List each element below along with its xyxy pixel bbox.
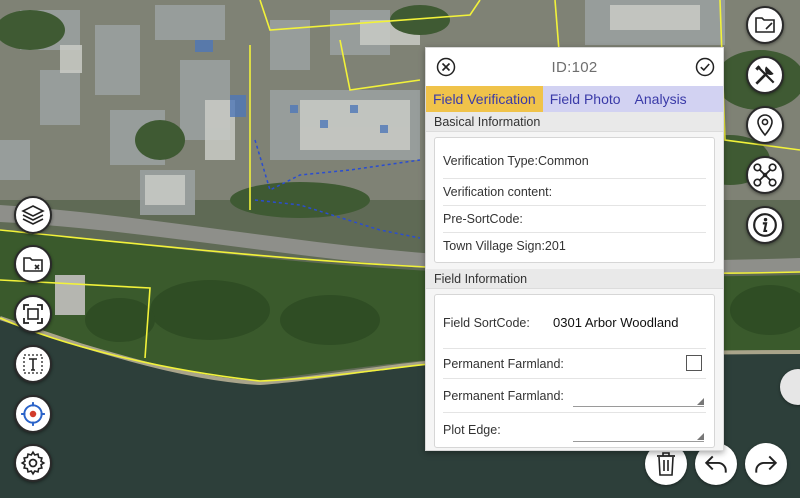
- permanent-farmland-check-label: Permanent Farmland:: [443, 357, 564, 371]
- info-icon: [753, 213, 777, 237]
- pre-sortcode-row: Pre-SortCode:: [443, 206, 706, 233]
- permanent-farmland-select-label: Permanent Farmland:: [443, 389, 564, 403]
- tab-field-verification[interactable]: Field Verification: [426, 86, 543, 112]
- panel-header: ID:102: [426, 48, 723, 86]
- verification-content-row: Verification content:: [443, 179, 706, 206]
- gear-icon: [20, 450, 46, 476]
- location-button[interactable]: [746, 106, 784, 144]
- folder-close-button[interactable]: [14, 245, 52, 283]
- basic-info-heading: Basical Information: [426, 112, 723, 132]
- field-info-card: Field SortCode: 0301 Arbor Woodland Perm…: [434, 294, 715, 448]
- basic-info-card: Verification Type:Common Verification co…: [434, 137, 715, 263]
- text-tool-button[interactable]: [14, 345, 52, 383]
- field-sortcode-value[interactable]: 0301 Arbor Woodland: [553, 297, 679, 349]
- field-info-heading: Field Information: [426, 269, 723, 289]
- folder-icon: [755, 17, 775, 33]
- plot-edge-row: Plot Edge:: [443, 413, 706, 447]
- tab-field-photo[interactable]: Field Photo: [543, 86, 628, 112]
- folder-button[interactable]: [746, 6, 784, 44]
- layers-button[interactable]: [14, 196, 52, 234]
- target-icon: [21, 402, 45, 426]
- plot-edge-dropdown[interactable]: [573, 430, 704, 442]
- attribute-panel: ID:102 Field Verification Field Photo An…: [425, 47, 724, 451]
- tab-analysis[interactable]: Analysis: [628, 86, 694, 112]
- fullscreen-button[interactable]: [14, 295, 52, 333]
- tools-icon: [755, 65, 775, 85]
- plot-edge-label: Plot Edge:: [443, 423, 501, 437]
- folder-close-icon: [23, 257, 43, 272]
- drone-button[interactable]: [746, 156, 784, 194]
- permanent-farmland-check-row: Permanent Farmland:: [443, 349, 706, 379]
- confirm-check-icon[interactable]: [695, 57, 715, 77]
- location-pin-icon: [757, 114, 773, 137]
- layers-icon: [21, 205, 45, 225]
- panel-title: ID:102: [551, 58, 598, 76]
- permanent-farmland-dropdown[interactable]: [573, 395, 704, 407]
- close-icon[interactable]: [436, 57, 456, 77]
- trash-icon: [657, 452, 675, 476]
- text-tool-icon: [23, 354, 43, 374]
- town-village-sign-row: Town Village Sign:201: [443, 239, 566, 253]
- field-sortcode-label: Field SortCode:: [443, 316, 530, 330]
- redo-icon: [755, 455, 778, 473]
- field-sortcode-row[interactable]: Field SortCode: 0301 Arbor Woodland: [443, 297, 706, 349]
- undo-icon: [704, 455, 727, 473]
- drone-icon: [753, 163, 777, 187]
- redo-button[interactable]: [745, 443, 787, 485]
- permanent-farmland-select-row: Permanent Farmland:: [443, 379, 706, 413]
- verification-type-row: Verification Type:Common: [443, 143, 706, 179]
- fullscreen-icon: [23, 304, 43, 324]
- panel-tabs: Field Verification Field Photo Analysis: [426, 86, 723, 112]
- tools-button[interactable]: [746, 56, 784, 94]
- settings-button[interactable]: [14, 444, 52, 482]
- locate-button[interactable]: [14, 395, 52, 433]
- info-button[interactable]: [746, 206, 784, 244]
- permanent-farmland-checkbox[interactable]: [686, 355, 702, 371]
